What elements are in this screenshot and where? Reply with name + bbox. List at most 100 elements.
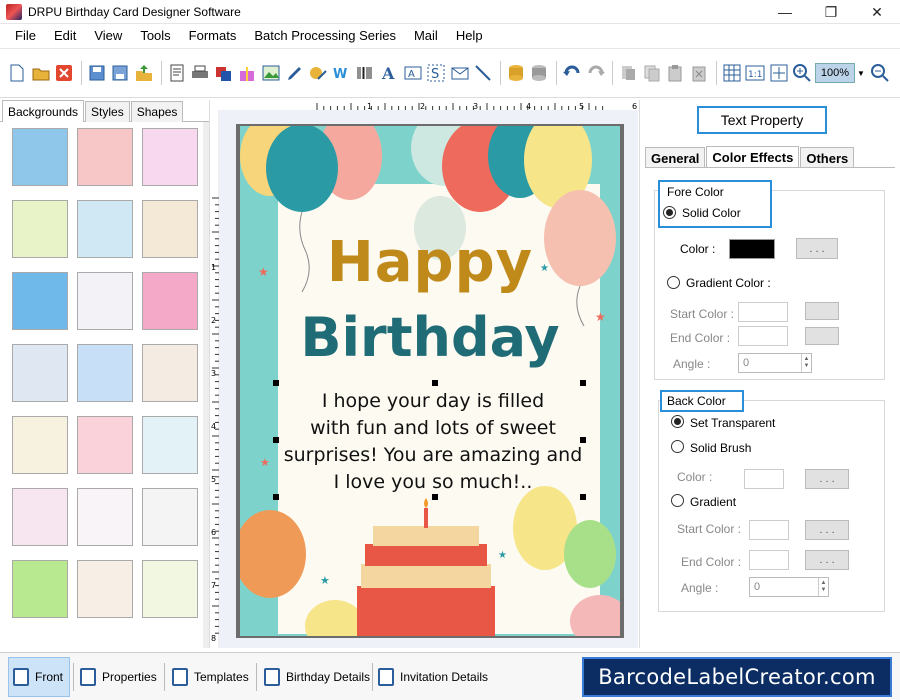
- print-icon[interactable]: [189, 62, 211, 84]
- batch-print-icon[interactable]: [213, 62, 235, 84]
- export-icon[interactable]: [133, 62, 155, 84]
- fit-window-icon[interactable]: [768, 62, 790, 84]
- background-thumbnail[interactable]: [12, 200, 68, 258]
- line-icon[interactable]: [472, 62, 494, 84]
- background-thumbnail[interactable]: [12, 128, 68, 186]
- text-box-icon[interactable]: A: [402, 62, 424, 84]
- solid-brush-radio[interactable]: [671, 440, 684, 453]
- background-thumbnail[interactable]: [12, 560, 68, 618]
- resize-handle[interactable]: [580, 437, 586, 443]
- background-thumbnail[interactable]: [142, 200, 198, 258]
- background-thumbnail[interactable]: [142, 416, 198, 474]
- menu-formats[interactable]: Formats: [180, 28, 246, 43]
- back-start-color-swatch[interactable]: [749, 520, 789, 540]
- end-color-picker-button[interactable]: [805, 327, 839, 345]
- card-message-text[interactable]: I hope your day is filled with fun and l…: [280, 388, 586, 496]
- tab-properties[interactable]: Properties: [80, 657, 157, 697]
- spinner-arrows-icon[interactable]: ▲ ▼: [818, 578, 828, 596]
- fore-color-picker-button[interactable]: . . .: [796, 238, 838, 259]
- resize-handle[interactable]: [432, 380, 438, 386]
- tab-templates[interactable]: Templates: [172, 657, 249, 697]
- cut-icon[interactable]: [617, 62, 639, 84]
- background-thumbnail[interactable]: [142, 272, 198, 330]
- zoom-dropdown-icon[interactable]: ▼: [857, 69, 865, 78]
- print-preview-icon[interactable]: [166, 62, 188, 84]
- start-color-picker-button[interactable]: [805, 302, 839, 320]
- tab-backgrounds[interactable]: Backgrounds: [2, 100, 85, 122]
- tab-others[interactable]: Others: [800, 147, 855, 168]
- angle-spinner[interactable]: 0 ▲ ▼: [738, 353, 812, 373]
- actual-size-icon[interactable]: 1:1: [744, 62, 766, 84]
- save-icon[interactable]: [86, 62, 108, 84]
- background-thumbnail[interactable]: [142, 560, 198, 618]
- background-thumbnail[interactable]: [12, 416, 68, 474]
- back-end-color-picker-button[interactable]: . . .: [805, 550, 849, 570]
- back-color-picker-button[interactable]: . . .: [805, 469, 849, 489]
- menu-file[interactable]: File: [6, 28, 45, 43]
- zoom-out-icon[interactable]: [869, 62, 891, 84]
- close-file-icon[interactable]: [53, 62, 75, 84]
- back-angle-spinner[interactable]: 0 ▲ ▼: [749, 577, 829, 597]
- open-folder-icon[interactable]: [30, 62, 52, 84]
- fore-color-swatch[interactable]: [729, 239, 775, 259]
- resize-handle[interactable]: [273, 380, 279, 386]
- database-icon[interactable]: [505, 62, 527, 84]
- card-title-birthday[interactable]: Birthday: [240, 306, 620, 369]
- menu-batch-processing[interactable]: Batch Processing Series: [245, 28, 405, 43]
- resize-handle[interactable]: [580, 494, 586, 500]
- zoom-level-field[interactable]: 100%: [815, 63, 855, 83]
- zoom-in-icon[interactable]: [791, 62, 813, 84]
- background-thumbnail[interactable]: [77, 272, 133, 330]
- gradient-color-radio[interactable]: [667, 276, 680, 289]
- copy-icon[interactable]: [641, 62, 663, 84]
- background-thumbnail[interactable]: [77, 416, 133, 474]
- background-thumbnail[interactable]: [77, 128, 133, 186]
- minimize-button[interactable]: —: [762, 0, 808, 24]
- left-panel-scrollbar[interactable]: [203, 122, 209, 648]
- card-title-happy[interactable]: Happy: [240, 230, 620, 295]
- pencil-icon[interactable]: [284, 62, 306, 84]
- menu-mail[interactable]: Mail: [405, 28, 447, 43]
- start-color-swatch[interactable]: [738, 302, 788, 322]
- barcode-icon[interactable]: [354, 62, 376, 84]
- tab-invitation-details[interactable]: Invitation Details: [378, 657, 488, 697]
- tab-shapes[interactable]: Shapes: [130, 101, 184, 122]
- delete-icon[interactable]: [688, 62, 710, 84]
- tab-styles[interactable]: Styles: [85, 101, 130, 122]
- menu-edit[interactable]: Edit: [45, 28, 85, 43]
- background-thumbnail[interactable]: [77, 560, 133, 618]
- solid-color-radio[interactable]: [663, 206, 676, 219]
- watermark-icon[interactable]: W: [331, 62, 353, 84]
- background-thumbnail[interactable]: [77, 344, 133, 402]
- tab-birthday-details[interactable]: Birthday Details: [264, 657, 370, 697]
- tab-color-effects[interactable]: Color Effects: [706, 146, 800, 168]
- resize-handle[interactable]: [432, 494, 438, 500]
- background-thumbnail[interactable]: [12, 344, 68, 402]
- mail-icon[interactable]: [449, 62, 471, 84]
- background-thumbnail[interactable]: [77, 200, 133, 258]
- shape-fill-icon[interactable]: [307, 62, 329, 84]
- background-thumbnail[interactable]: [142, 344, 198, 402]
- resize-handle[interactable]: [273, 494, 279, 500]
- background-thumbnail[interactable]: [142, 128, 198, 186]
- insert-image-icon[interactable]: [260, 62, 282, 84]
- paste-icon[interactable]: [664, 62, 686, 84]
- background-thumbnail[interactable]: [142, 488, 198, 546]
- save-as-icon[interactable]: [109, 62, 131, 84]
- tab-general[interactable]: General: [645, 147, 706, 168]
- spinner-arrows-icon[interactable]: ▲ ▼: [801, 354, 811, 372]
- menu-view[interactable]: View: [85, 28, 131, 43]
- close-button[interactable]: ✕: [854, 0, 900, 24]
- grid-icon[interactable]: [721, 62, 743, 84]
- maximize-button[interactable]: ❐: [808, 0, 854, 24]
- gift-icon[interactable]: [236, 62, 258, 84]
- back-end-color-swatch[interactable]: [749, 550, 789, 570]
- database-gray-icon[interactable]: [528, 62, 550, 84]
- text-icon[interactable]: A: [378, 62, 400, 84]
- background-thumbnail[interactable]: [12, 272, 68, 330]
- redo-icon[interactable]: [585, 62, 607, 84]
- undo-icon[interactable]: [561, 62, 583, 84]
- back-color-swatch[interactable]: [744, 469, 784, 489]
- new-file-icon[interactable]: [6, 62, 28, 84]
- back-start-color-picker-button[interactable]: . . .: [805, 520, 849, 540]
